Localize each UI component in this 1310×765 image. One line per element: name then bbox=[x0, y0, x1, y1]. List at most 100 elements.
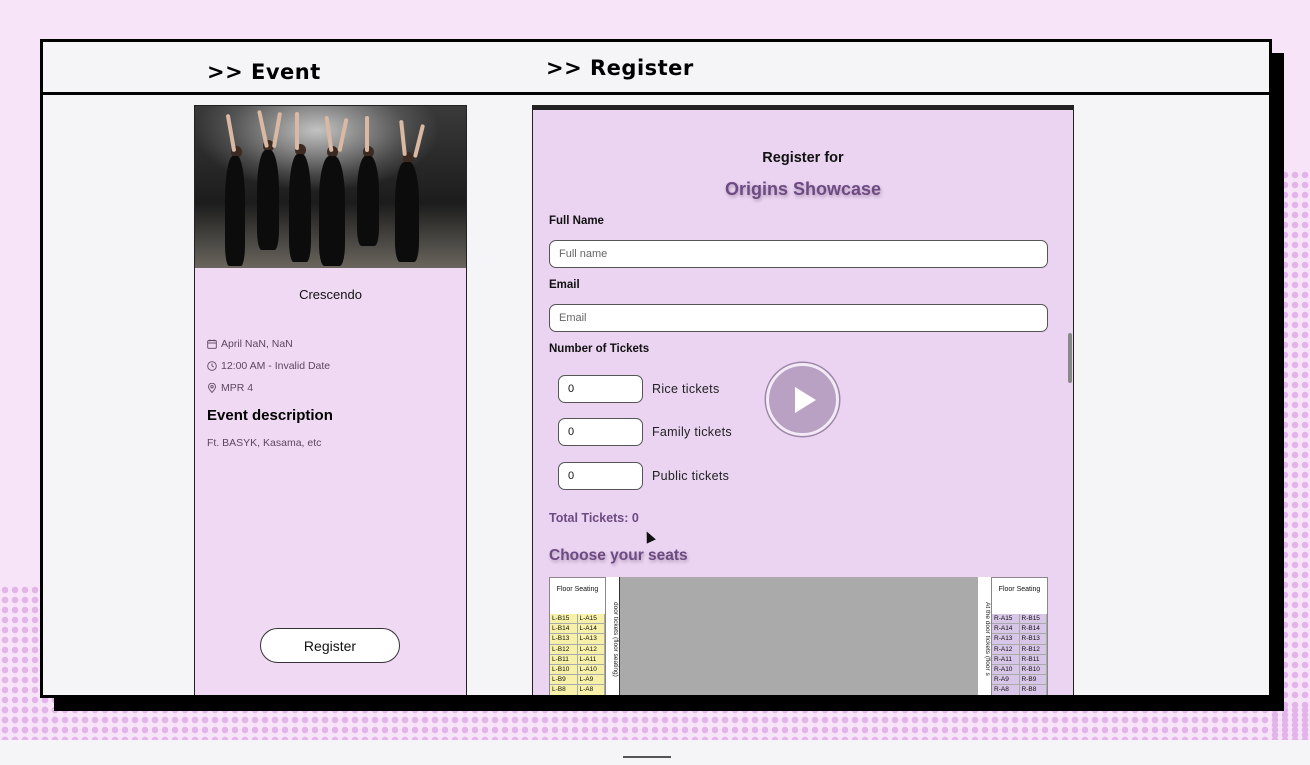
right-vertical-label: At the door tickets (floor s bbox=[978, 577, 991, 695]
seat-r-a13[interactable]: R-A13 bbox=[992, 634, 1020, 645]
seat-r-b12[interactable]: R-B12 bbox=[1019, 644, 1047, 655]
seat-l-b10[interactable]: L-B10 bbox=[550, 664, 578, 676]
floor-seating-label: Floor Seating bbox=[998, 586, 1041, 593]
full-name-label: Full Name bbox=[549, 215, 604, 227]
seat-r-b13[interactable]: R-B13 bbox=[1019, 634, 1047, 645]
floor-seating-label: Floor Seating bbox=[556, 586, 599, 593]
seat-row: R-A8 R-B8 bbox=[992, 685, 1047, 695]
seat-row: L-B14 L-A14 bbox=[550, 624, 605, 635]
ticket-row-public: 0 Public tickets bbox=[558, 462, 729, 490]
seat-r-b15[interactable]: R-B15 bbox=[1019, 614, 1047, 625]
event-location: MPR 4 bbox=[207, 382, 253, 394]
event-date: April NaN, NaN bbox=[207, 338, 293, 350]
event-photo bbox=[195, 106, 466, 268]
register-section-title: >> Register bbox=[546, 56, 694, 80]
seat-row: R-A10 R-B10 bbox=[992, 664, 1047, 676]
seat-r-a14[interactable]: R-A14 bbox=[992, 624, 1020, 635]
right-seat-grid: R-A15 R-B15 R-A14 R-B14 R-A13 R-B13 R-A12 R-B12… bbox=[992, 614, 1047, 695]
seat-row: L-B11 L-A11 bbox=[550, 654, 605, 665]
floor-seating-left: Floor Seating L-B15 L-A15 L-B14 L-A14 L-B13 L… bbox=[549, 577, 606, 695]
seat-r-b10[interactable]: R-B10 bbox=[1019, 664, 1047, 676]
window-header: >> Event >> Register bbox=[43, 42, 1269, 95]
seat-r-a15[interactable]: R-A15 bbox=[992, 614, 1020, 625]
seat-l-a15[interactable]: L-A15 bbox=[577, 614, 605, 625]
event-date-text: April NaN, NaN bbox=[221, 338, 293, 350]
seat-r-b8[interactable]: R-B8 bbox=[1019, 685, 1047, 695]
seat-row: R-A13 R-B13 bbox=[992, 634, 1047, 645]
family-tickets-input[interactable]: 0 bbox=[558, 418, 643, 446]
left-vertical-label: door tickets (floor seating) bbox=[606, 577, 619, 695]
seat-l-b14[interactable]: L-B14 bbox=[550, 624, 578, 635]
bottom-handle[interactable] bbox=[623, 756, 671, 758]
event-time-text: 12:00 AM - Invalid Date bbox=[221, 360, 331, 372]
seat-r-a10[interactable]: R-A10 bbox=[992, 664, 1020, 676]
seats-heading: Choose your seats bbox=[549, 547, 688, 564]
event-section-title: >> Event bbox=[207, 60, 321, 84]
seat-l-a12[interactable]: L-A12 bbox=[577, 644, 605, 655]
seat-row: L-B9 L-A9 bbox=[550, 675, 605, 686]
seat-r-a11[interactable]: R-A11 bbox=[992, 654, 1020, 665]
seat-row: L-B13 L-A13 bbox=[550, 634, 605, 645]
seat-row: R-A9 R-B9 bbox=[992, 675, 1047, 686]
clock-icon bbox=[207, 361, 217, 371]
seat-row: R-A15 R-B15 bbox=[992, 614, 1047, 625]
seat-row: R-A14 R-B14 bbox=[992, 624, 1047, 635]
map-pin-icon bbox=[208, 383, 216, 393]
ticket-row-family: 0 Family tickets bbox=[558, 418, 732, 446]
left-seat-grid: L-B15 L-A15 L-B14 L-A14 L-B13 L-A13 L-B12 L-A12… bbox=[550, 614, 605, 695]
seat-map: Floor Seating L-B15 L-A15 L-B14 L-A14 L-B13 L… bbox=[549, 577, 1048, 695]
email-input[interactable]: Email bbox=[549, 304, 1048, 332]
rice-tickets-label: Rice tickets bbox=[652, 382, 720, 396]
event-card: Crescendo April NaN, NaN 12:00 AM - Inva… bbox=[194, 105, 467, 695]
seat-l-b15[interactable]: L-B15 bbox=[550, 614, 578, 625]
seat-l-a10[interactable]: L-A10 bbox=[577, 664, 605, 676]
scrollbar[interactable] bbox=[1068, 333, 1072, 383]
event-location-text: MPR 4 bbox=[221, 382, 254, 394]
event-time: 12:00 AM - Invalid Date bbox=[207, 360, 330, 372]
email-label: Email bbox=[549, 279, 580, 291]
form-event-name: Origins Showcase bbox=[724, 179, 882, 199]
seat-row: L-B10 L-A10 bbox=[550, 664, 605, 676]
ticket-row-rice: 0 Rice tickets bbox=[558, 375, 720, 403]
tickets-label: Number of Tickets bbox=[549, 343, 650, 355]
seat-r-b11[interactable]: R-B11 bbox=[1019, 654, 1047, 665]
seat-row: L-B12 L-A12 bbox=[550, 644, 605, 655]
seat-l-a14[interactable]: L-A14 bbox=[577, 624, 605, 635]
seat-l-a11[interactable]: L-A11 bbox=[577, 654, 605, 665]
seat-r-b14[interactable]: R-B14 bbox=[1019, 624, 1047, 635]
full-name-input[interactable]: Full name bbox=[549, 240, 1048, 268]
floor-seating-right: Floor Seating R-A15 R-B15 R-A14 R-B14 R-A13 R… bbox=[991, 577, 1048, 695]
rice-tickets-input[interactable]: 0 bbox=[558, 375, 643, 403]
description-heading: Event description bbox=[207, 407, 333, 424]
event-name: Crescendo bbox=[299, 287, 362, 302]
seat-row: L-B8 L-A8 bbox=[550, 685, 605, 695]
seat-l-b11[interactable]: L-B11 bbox=[550, 654, 578, 665]
register-button[interactable]: Register bbox=[260, 628, 400, 663]
calendar-icon bbox=[207, 339, 217, 349]
seat-l-b13[interactable]: L-B13 bbox=[550, 634, 578, 645]
seat-l-b8[interactable]: L-B8 bbox=[550, 685, 578, 695]
seat-l-a9[interactable]: L-A9 bbox=[577, 675, 605, 686]
public-tickets-label: Public tickets bbox=[652, 469, 730, 483]
main-window: >> Event >> Register Crescendo April NaN… bbox=[40, 39, 1272, 698]
seat-row: R-A11 R-B11 bbox=[992, 654, 1047, 665]
total-tickets: Total Tickets: 0 bbox=[549, 511, 639, 525]
description-text: Ft. BASYK, Kasama, etc bbox=[207, 437, 322, 449]
seat-row: R-A12 R-B12 bbox=[992, 644, 1047, 655]
bottom-bar bbox=[0, 740, 1310, 765]
play-icon bbox=[794, 386, 816, 413]
seat-row: L-B15 L-A15 bbox=[550, 614, 605, 625]
dot-pattern bbox=[0, 705, 1310, 745]
stage-area bbox=[619, 577, 979, 695]
seat-r-a8[interactable]: R-A8 bbox=[992, 685, 1020, 695]
seat-r-b9[interactable]: R-B9 bbox=[1019, 675, 1047, 686]
seat-l-a8[interactable]: L-A8 bbox=[577, 685, 605, 695]
public-tickets-input[interactable]: 0 bbox=[558, 462, 643, 490]
play-button[interactable] bbox=[766, 363, 839, 436]
seat-l-b9[interactable]: L-B9 bbox=[550, 675, 578, 686]
family-tickets-label: Family tickets bbox=[652, 425, 732, 439]
seat-l-b12[interactable]: L-B12 bbox=[550, 644, 578, 655]
seat-r-a12[interactable]: R-A12 bbox=[992, 644, 1020, 655]
seat-l-a13[interactable]: L-A13 bbox=[577, 634, 605, 645]
seat-r-a9[interactable]: R-A9 bbox=[992, 675, 1020, 686]
